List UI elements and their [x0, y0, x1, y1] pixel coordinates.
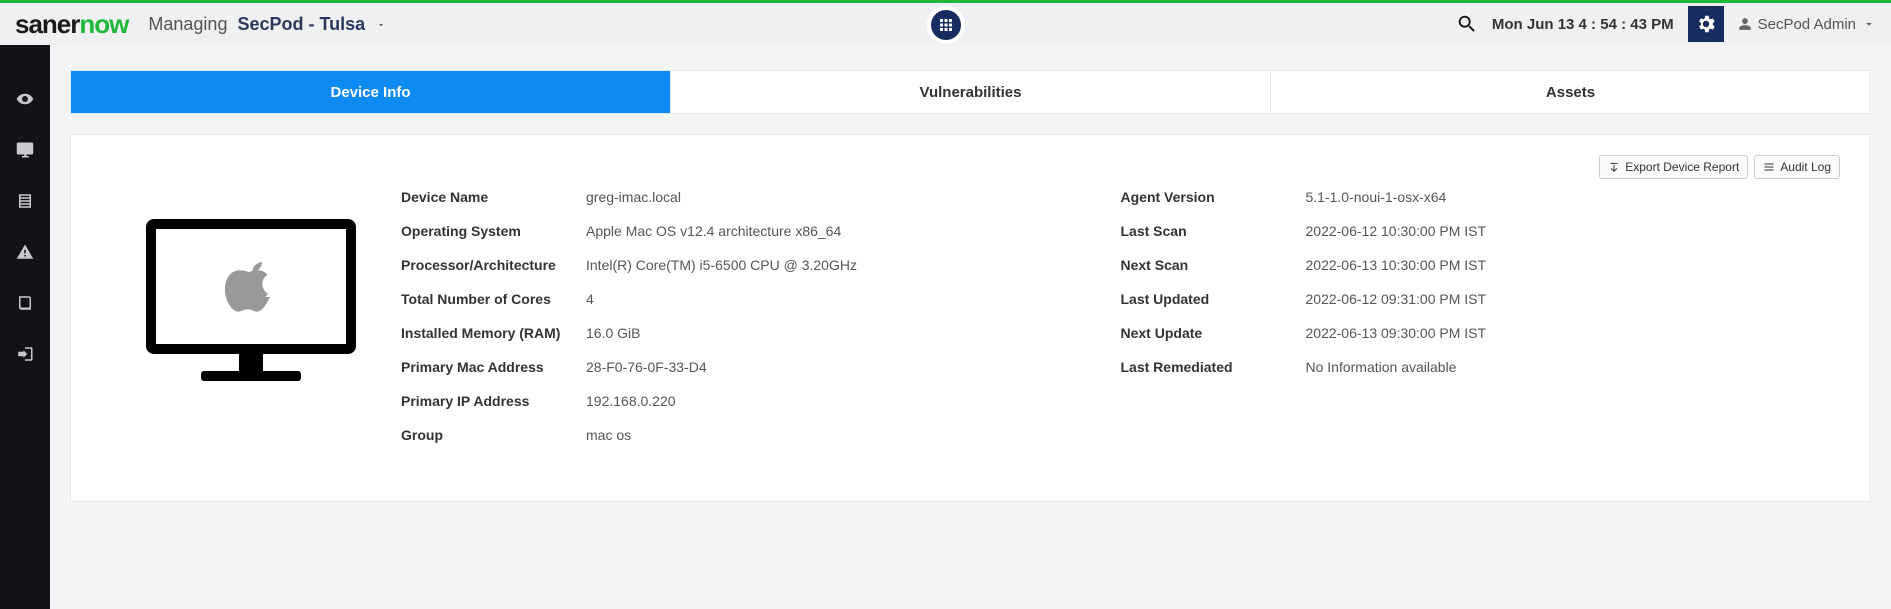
- device-info-panel: Export Device Report Audit Log: [70, 134, 1871, 502]
- chevron-down-icon: [1862, 17, 1876, 31]
- info-columns: Device Namegreg-imac.local Operating Sys…: [401, 189, 1840, 461]
- export-device-report-button[interactable]: Export Device Report: [1599, 155, 1748, 179]
- lbl-cores: Total Number of Cores: [401, 291, 586, 307]
- info-grid: Device Namegreg-imac.local Operating Sys…: [101, 189, 1840, 461]
- alert-icon[interactable]: [16, 243, 34, 264]
- info-col-right: Agent Version5.1-1.0-noui-1-osx-x64 Last…: [1121, 189, 1841, 461]
- val-mac: 28-F0-76-0F-33-D4: [586, 359, 707, 375]
- logo[interactable]: sanernow: [15, 9, 128, 40]
- val-ip: 192.168.0.220: [586, 393, 676, 409]
- managing-label: Managing: [148, 14, 227, 34]
- book-icon[interactable]: [16, 294, 34, 315]
- val-last-upd: 2022-06-12 09:31:00 PM IST: [1306, 291, 1487, 307]
- topbar: sanernow Managing SecPod - Tulsa Mon Jun…: [0, 0, 1891, 45]
- val-agent: 5.1-1.0-noui-1-osx-x64: [1306, 189, 1447, 205]
- lbl-last-rem: Last Remediated: [1121, 359, 1306, 375]
- tab-assets[interactable]: Assets: [1271, 71, 1870, 113]
- monitor-icon[interactable]: [16, 141, 34, 162]
- val-next-scan: 2022-06-13 10:30:00 PM IST: [1306, 257, 1487, 273]
- logout-icon[interactable]: [16, 345, 34, 366]
- user-name: SecPod Admin: [1758, 16, 1856, 33]
- val-ram: 16.0 GiB: [586, 325, 640, 341]
- user-menu[interactable]: SecPod Admin: [1738, 16, 1876, 33]
- val-cores: 4: [586, 291, 594, 307]
- lbl-last-upd: Last Updated: [1121, 291, 1306, 307]
- device-image: [101, 189, 401, 389]
- content: Device Info Vulnerabilities Assets Expor…: [50, 45, 1891, 527]
- tabs: Device Info Vulnerabilities Assets: [70, 70, 1871, 114]
- lbl-next-scan: Next Scan: [1121, 257, 1306, 273]
- lbl-last-scan: Last Scan: [1121, 223, 1306, 239]
- audit-label: Audit Log: [1780, 160, 1831, 174]
- val-proc: Intel(R) Core(TM) i5-6500 CPU @ 3.20GHz: [586, 257, 857, 273]
- val-device-name: greg-imac.local: [586, 189, 681, 205]
- val-next-upd: 2022-06-13 09:30:00 PM IST: [1306, 325, 1487, 341]
- lbl-agent: Agent Version: [1121, 189, 1306, 205]
- lbl-device-name: Device Name: [401, 189, 586, 205]
- managing-selector[interactable]: Managing SecPod - Tulsa: [148, 14, 386, 35]
- settings-button[interactable]: [1688, 6, 1724, 42]
- val-os: Apple Mac OS v12.4 architecture x86_64: [586, 223, 841, 239]
- lbl-os: Operating System: [401, 223, 586, 239]
- val-last-rem: No Information available: [1306, 359, 1457, 375]
- lbl-group: Group: [401, 427, 586, 443]
- chevron-down-icon: [376, 19, 386, 33]
- managing-org: SecPod - Tulsa: [237, 14, 365, 34]
- lbl-next-upd: Next Update: [1121, 325, 1306, 341]
- tab-vulnerabilities[interactable]: Vulnerabilities: [671, 71, 1271, 113]
- apps-button[interactable]: [927, 6, 965, 44]
- sidebar: [0, 45, 50, 609]
- search-icon[interactable]: [1456, 13, 1478, 35]
- panel-actions: Export Device Report Audit Log: [101, 155, 1840, 179]
- clock: Mon Jun 13 4 : 54 : 43 PM: [1492, 16, 1674, 33]
- info-col-left: Device Namegreg-imac.local Operating Sys…: [401, 189, 1121, 461]
- lbl-proc: Processor/Architecture: [401, 257, 586, 273]
- val-last-scan: 2022-06-12 10:30:00 PM IST: [1306, 223, 1487, 239]
- topbar-right: Mon Jun 13 4 : 54 : 43 PM SecPod Admin: [1456, 6, 1876, 42]
- lbl-ip: Primary IP Address: [401, 393, 586, 409]
- eye-icon[interactable]: [16, 90, 34, 111]
- audit-log-button[interactable]: Audit Log: [1754, 155, 1840, 179]
- val-group: mac os: [586, 427, 631, 443]
- lbl-ram: Installed Memory (RAM): [401, 325, 586, 341]
- lbl-mac: Primary Mac Address: [401, 359, 586, 375]
- document-icon[interactable]: [16, 192, 34, 213]
- tab-device-info[interactable]: Device Info: [71, 71, 671, 113]
- export-label: Export Device Report: [1625, 160, 1739, 174]
